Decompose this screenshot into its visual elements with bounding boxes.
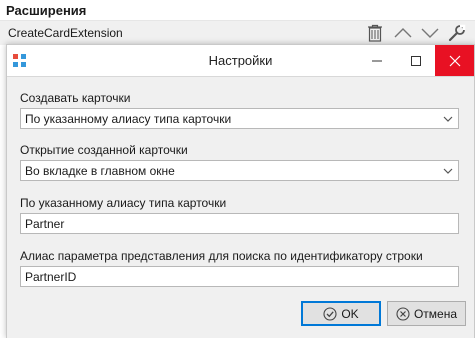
- open-card-label: Открытие созданной карточки: [20, 143, 188, 157]
- extensions-header: Расширения: [0, 0, 475, 20]
- view-param-alias-input[interactable]: PartnerID: [20, 266, 459, 287]
- chevron-down-icon[interactable]: [419, 22, 441, 44]
- cancel-button[interactable]: Отмена: [387, 301, 466, 326]
- trash-icon[interactable]: [364, 22, 386, 44]
- view-param-alias-value: PartnerID: [25, 270, 77, 284]
- card-type-alias-label: По указанному алиасу типа карточки: [20, 196, 227, 210]
- chevron-down-icon: [443, 168, 453, 174]
- card-type-alias-input[interactable]: Partner: [20, 213, 459, 234]
- chevron-down-icon: [443, 116, 453, 122]
- ok-label: OK: [341, 306, 359, 321]
- extension-row[interactable]: CreateCardExtension: [0, 20, 475, 45]
- section-title: Расширения: [6, 3, 87, 18]
- settings-dialog: Настройки Создавать карточки По указанно…: [6, 44, 475, 338]
- dialog-title-bar[interactable]: Настройки: [7, 45, 474, 76]
- open-card-value: Во вкладке в главном окне: [25, 164, 175, 178]
- minimize-icon[interactable]: [357, 45, 396, 76]
- extension-name: CreateCardExtension: [8, 26, 123, 40]
- open-card-select[interactable]: Во вкладке в главном окне: [20, 160, 459, 181]
- wrench-icon[interactable]: [446, 22, 468, 44]
- cancel-label: Отмена: [413, 306, 458, 321]
- maximize-icon[interactable]: [396, 45, 435, 76]
- create-cards-label: Создавать карточки: [20, 91, 131, 105]
- card-type-alias-value: Partner: [25, 217, 65, 231]
- view-param-alias-label: Алиас параметра представления для поиска…: [20, 249, 423, 263]
- cancel-circle-icon: [396, 306, 410, 321]
- create-cards-value: По указанному алиасу типа карточки: [25, 112, 232, 126]
- chevron-up-icon[interactable]: [392, 22, 414, 44]
- ok-button[interactable]: OK: [301, 301, 381, 326]
- close-icon[interactable]: [435, 45, 474, 76]
- dialog-body: Создавать карточки По указанному алиасу …: [7, 76, 474, 338]
- check-circle-icon: [323, 306, 337, 321]
- create-cards-select[interactable]: По указанному алиасу типа карточки: [20, 108, 459, 129]
